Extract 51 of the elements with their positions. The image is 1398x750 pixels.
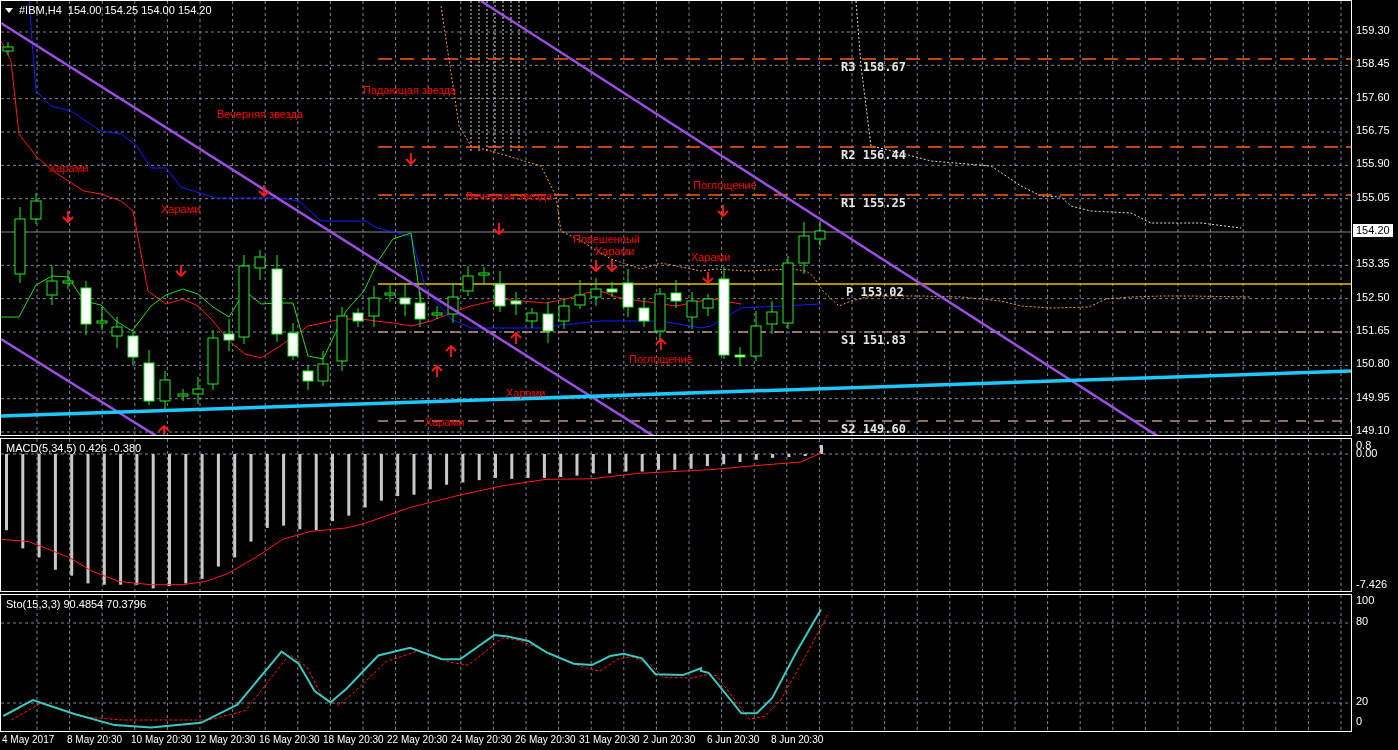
price-axis-label: 158.45: [1356, 57, 1390, 71]
macd-axis-label: -7.426: [1356, 578, 1388, 591]
pivot-label: P 153.02: [846, 285, 904, 299]
price-axis-label: 149.10: [1356, 424, 1390, 437]
indicator-label: MACD(5,34,5) 0.426 -0.380: [6, 442, 142, 454]
ohlc-values: 154.00 154.25 154.00 154.20: [67, 4, 212, 16]
current-price-tag: 154.20: [1353, 224, 1393, 237]
indicator-label: Sto(15,3,3) 90.4854 70.3796: [6, 598, 147, 610]
stochastic-axis-label: 100: [1356, 594, 1375, 607]
stochastic-axis-label: 80: [1356, 615, 1369, 628]
pattern-label: Харами: [49, 162, 89, 175]
pattern-label: Вечерняя звезда: [217, 108, 304, 121]
pivot-label: R1 155.25: [841, 196, 907, 210]
time-axis-label: 8 Jun 20:30: [771, 734, 824, 745]
time-axis-label: 12 May 20:30: [195, 734, 256, 745]
price-axis-label: 151.65: [1356, 324, 1390, 337]
stochastic-axis-label: 0: [1356, 715, 1363, 728]
time-axis-label: 2 Jun 20:30: [643, 734, 696, 745]
pattern-label: Харами: [595, 245, 635, 258]
pattern-label: Харами: [506, 387, 546, 400]
price-axis-label: 157.60: [1356, 90, 1390, 104]
pattern-label: Харами: [425, 416, 465, 429]
time-axis-label: 26 May 20:30: [515, 734, 576, 745]
time-axis-label: 31 May 20:30: [579, 734, 640, 745]
time-axis-label: 6 Jun 20:30: [707, 734, 760, 745]
time-axis-label: 4 May 2017: [2, 734, 55, 745]
pattern-label: Харами: [691, 251, 731, 264]
time-axis-label: 8 May 20:30: [67, 734, 123, 745]
pattern-label: Повешенный: [573, 233, 640, 246]
time-axis-label: 18 May 20:30: [323, 734, 384, 745]
price-axis-label: 152.50: [1356, 290, 1390, 304]
pattern-label: Поглощение: [693, 179, 757, 192]
price-axis-label: 149.95: [1356, 390, 1390, 404]
pivot-label: R3 158.67: [841, 60, 907, 74]
time-axis-label: 22 May 20:30: [387, 734, 448, 745]
stochastic-axis-label: 20: [1356, 695, 1369, 708]
time-axis-label: 24 May 20:30: [451, 734, 512, 745]
price-axis-label: 153.35: [1356, 257, 1390, 271]
pivot-label: R2 156.44: [841, 148, 907, 162]
pivot-label: S1 151.83: [841, 333, 907, 347]
price-axis-label: 155.05: [1356, 190, 1390, 204]
price-axis-label: 156.75: [1356, 124, 1390, 137]
price-axis-label: 150.80: [1356, 357, 1390, 371]
pattern-label: Поглощение: [629, 353, 693, 366]
price-axis-label: 155.90: [1356, 157, 1390, 171]
time-axis-label: 16 May 20:30: [259, 734, 320, 745]
time-axis-label: 10 May 20:30: [131, 734, 192, 745]
price-axis-label: 159.30: [1356, 24, 1390, 37]
pattern-label: Падающая звезда: [363, 84, 456, 97]
pivot-label: S2 149.60: [841, 422, 907, 435]
pattern-label: Харами: [161, 203, 201, 216]
